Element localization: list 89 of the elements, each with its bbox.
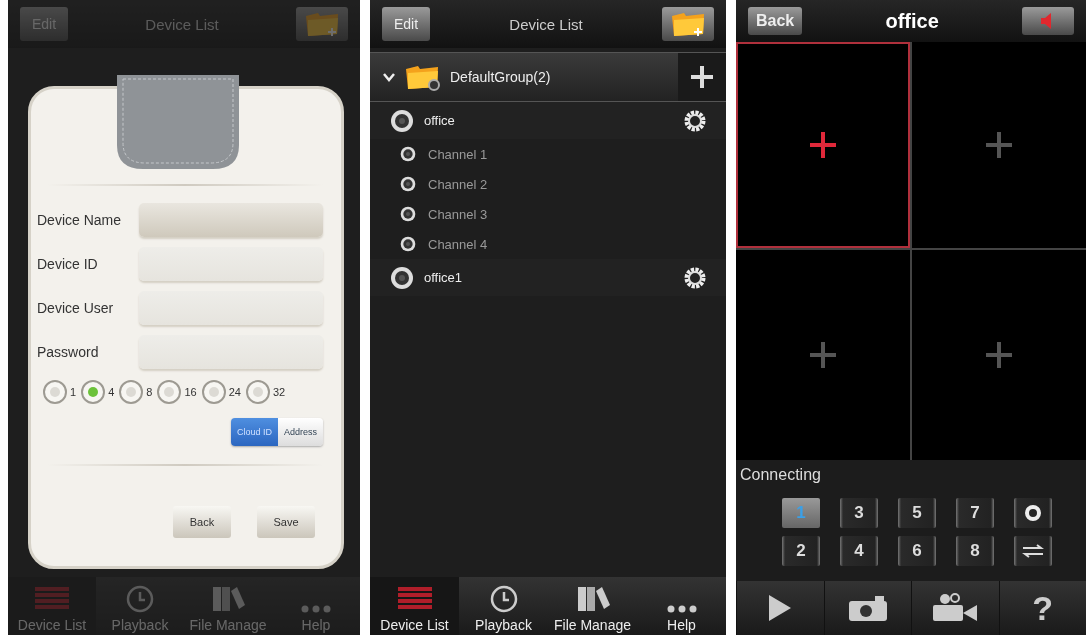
channel-name: Channel 2 xyxy=(428,176,489,192)
screen-title: Device List xyxy=(145,15,219,33)
clock-icon xyxy=(489,585,518,613)
binders-icon xyxy=(211,585,245,613)
folder-add-icon xyxy=(670,10,706,38)
device-row[interactable]: office1 xyxy=(370,259,726,296)
camera-lens-icon xyxy=(400,236,416,252)
input-field[interactable] xyxy=(139,203,323,237)
channel-name: Channel 1 xyxy=(428,146,489,162)
clock-icon xyxy=(126,585,154,613)
plus-icon xyxy=(690,65,714,89)
field-label: Device ID xyxy=(37,256,99,272)
radio-label: 1 xyxy=(70,386,77,398)
field-label: Password xyxy=(37,344,100,360)
plus-icon xyxy=(810,342,836,368)
switch-button[interactable] xyxy=(1014,536,1052,566)
field-label: Device User xyxy=(37,300,115,316)
settings-icon[interactable] xyxy=(684,109,706,132)
swap-arrows-icon xyxy=(1021,543,1045,559)
field-label: Device Name xyxy=(37,212,123,228)
camera-icon xyxy=(848,595,887,621)
device-name: office1 xyxy=(424,270,464,285)
tab[interactable]: Playback xyxy=(459,577,548,635)
device-row[interactable]: office xyxy=(370,102,726,139)
radio-label: 16 xyxy=(184,386,197,398)
save-button[interactable]: Save xyxy=(257,506,315,538)
channel-button[interactable]: 8 xyxy=(956,536,994,566)
channel-row[interactable]: Channel 4 xyxy=(370,229,726,259)
edit-button[interactable]: Edit xyxy=(382,7,430,41)
ring-icon xyxy=(1023,503,1043,523)
input-field[interactable] xyxy=(139,291,323,325)
back-button[interactable]: Back xyxy=(173,506,231,538)
channel-button[interactable]: 7 xyxy=(956,498,994,528)
radio-label: 4 xyxy=(108,386,115,398)
radio-button[interactable] xyxy=(43,380,67,404)
channel-button[interactable]: 3 xyxy=(840,498,878,528)
folder-add-icon xyxy=(304,10,340,38)
play-icon xyxy=(769,595,792,621)
camera-lens-icon xyxy=(390,265,414,290)
radio-label: 8 xyxy=(146,386,153,398)
settings-icon[interactable] xyxy=(684,266,706,289)
channel-row[interactable]: Channel 1 xyxy=(370,139,726,169)
input-field[interactable] xyxy=(139,247,323,281)
camera-lens-icon xyxy=(400,206,416,222)
add-button[interactable] xyxy=(678,53,726,101)
device-name: office xyxy=(424,113,456,128)
channel-name: Channel 4 xyxy=(428,236,489,252)
radio-button[interactable] xyxy=(81,380,106,404)
camera-lens-icon xyxy=(400,176,416,192)
channel-button[interactable]: 6 xyxy=(898,536,936,566)
video-camera-icon xyxy=(933,593,978,623)
radio-button[interactable] xyxy=(245,380,270,404)
input-field[interactable] xyxy=(139,335,323,369)
channel-row[interactable]: Channel 3 xyxy=(370,199,726,229)
group-name: DefaultGroup(2) xyxy=(450,69,552,85)
video-cell[interactable] xyxy=(736,250,910,460)
group-row[interactable]: DefaultGroup(2) xyxy=(370,52,726,102)
plus-icon xyxy=(810,132,836,158)
radio-button[interactable] xyxy=(157,380,182,404)
tab[interactable]: Device List xyxy=(370,577,459,635)
settings-button[interactable] xyxy=(1014,498,1052,528)
video-cell[interactable] xyxy=(912,250,1086,460)
channel-button[interactable]: 4 xyxy=(840,536,878,566)
video-cell[interactable] xyxy=(912,42,1086,248)
binders-icon xyxy=(575,585,610,613)
camera-lens-icon xyxy=(390,108,414,133)
plus-icon xyxy=(986,342,1012,368)
channel-button[interactable]: 2 xyxy=(782,536,820,566)
video-cell[interactable] xyxy=(736,42,910,248)
channel-name: Channel 3 xyxy=(428,206,489,222)
radio-button[interactable] xyxy=(201,380,226,404)
tab[interactable]: File Manage xyxy=(548,577,637,635)
add-group-button[interactable] xyxy=(662,7,714,41)
audio-button[interactable] xyxy=(1022,7,1074,35)
tab[interactable]: Help xyxy=(637,577,726,635)
segment-button[interactable]: Address xyxy=(277,418,323,446)
more-icon xyxy=(666,605,697,613)
back-button[interactable]: Back xyxy=(748,7,803,35)
radio-button[interactable] xyxy=(119,380,144,404)
radio-label: 24 xyxy=(228,386,241,398)
more-icon xyxy=(301,605,331,613)
folder-icon xyxy=(404,63,440,91)
channel-row[interactable]: Channel 2 xyxy=(370,169,726,199)
plus-icon xyxy=(986,132,1012,158)
screen-title: Device List xyxy=(509,15,583,33)
camera-lens-icon xyxy=(400,146,416,162)
channel-button[interactable]: 5 xyxy=(898,498,936,528)
radio-label: 32 xyxy=(272,386,286,398)
screen-title: office xyxy=(885,9,939,33)
